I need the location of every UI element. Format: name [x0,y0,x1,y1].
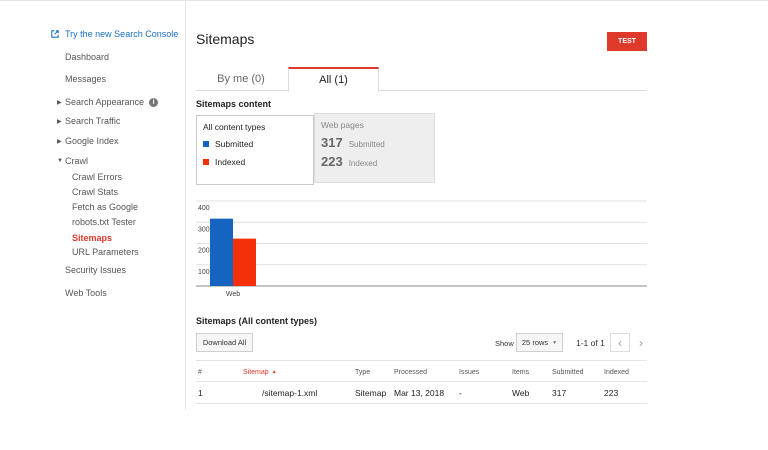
legend-indexed-label: Indexed [215,157,246,167]
all-content-types-card[interactable]: All content types Submitted Indexed [196,115,314,185]
bar-submitted [210,218,233,286]
web-submitted-stat: 317 Submitted [321,135,428,150]
submitted-swatch [203,141,209,147]
sidebar-item-label: Google Index [65,136,119,146]
legend-submitted: Submitted [203,139,307,149]
web-indexed-label: Indexed [348,159,378,168]
tab-all[interactable]: All (1) [288,67,379,92]
indexed-swatch [203,159,209,165]
sidebar-item-label: Web Tools [65,288,107,298]
sidebar-item-label: Security Issues [65,265,127,275]
rows-per-page-select[interactable]: 25 rows ▼ [516,333,563,352]
row-items: Web [512,388,530,398]
external-link-icon [51,30,59,38]
column-header-issues[interactable]: Issues [459,361,479,383]
web-indexed-stat: 223 Indexed [321,154,428,169]
row-type: Sitemap [355,388,387,398]
row-processed: Mar 13, 2018 [394,388,445,398]
table-header-row: # Sitemap ▲ Type Processed Issues Items … [196,360,647,382]
page-title: Sitemaps [196,31,255,47]
row-indexed: 223 [604,388,619,398]
sidebar-item-web-tools[interactable]: Web Tools [65,288,107,298]
table-row: 1 /sitemap-1.xml Sitemap Mar 13, 2018 - … [196,382,647,404]
info-icon[interactable]: i [149,97,159,107]
column-header-submitted[interactable]: Submitted [552,361,584,383]
y-tick-label: 400 [198,205,210,212]
dropdown-arrow-icon: ▼ [552,339,558,346]
column-header-type[interactable]: Type [355,361,370,383]
column-header-sitemap[interactable]: Sitemap ▲ [243,361,277,383]
sitemap-bar-chart: 100 200 300 400 Web [196,200,647,298]
web-submitted-number: 317 [321,135,343,150]
web-indexed-number: 223 [321,154,343,169]
try-new-console-label: Try the new Search Console [65,29,179,39]
sidebar-item-search-appearance[interactable]: ▶ Search Appearance i [57,97,159,107]
sitemap-link[interactable]: /sitemap-1.xml [262,382,317,404]
x-tick-label: Web [226,291,240,298]
y-tick-label: 200 [198,248,210,255]
try-new-console-link[interactable]: Try the new Search Console [51,29,178,39]
sitemaps-content-title: Sitemaps content [196,99,272,109]
sidebar-subitem-fetch-as-google[interactable]: Fetch as Google [72,202,138,212]
next-page-button[interactable]: › [631,333,651,352]
rows-per-page-value: 25 rows [521,338,549,347]
sidebar-item-crawl[interactable]: ▼ Crawl [57,156,88,166]
chevron-right-icon: › [639,335,643,350]
download-all-button[interactable]: Download All [196,333,253,352]
sidebar-subitem-robots-tester[interactable]: robots.txt Tester [72,217,136,227]
sort-ascending-icon: ▲ [271,369,277,375]
bar-indexed [233,238,256,286]
sidebar-item-google-index[interactable]: ▶ Google Index [57,136,119,146]
web-pages-header: Web pages [321,120,364,130]
content-types-header: All content types [203,122,266,132]
caret-right-icon: ▶ [57,99,62,106]
sidebar-subitem-url-parameters[interactable]: URL Parameters [72,247,139,257]
row-number: 1 [198,388,203,398]
web-pages-card[interactable]: Web pages 317 Submitted 223 Indexed [314,113,435,183]
row-submitted: 317 [552,388,567,398]
y-tick-label: 100 [198,269,210,276]
test-button[interactable]: TEST [607,32,647,51]
sidebar-item-search-traffic[interactable]: ▶ Search Traffic [57,116,120,126]
sidebar: Try the new Search Console Dashboard Mes… [0,0,186,410]
sidebar-subitem-crawl-errors[interactable]: Crawl Errors [72,172,122,182]
caret-right-icon: ▶ [57,118,62,125]
column-header-items[interactable]: Items [512,361,529,383]
column-header-processed[interactable]: Processed [394,361,427,383]
sitemaps-table-title: Sitemaps (All content types) [196,316,318,326]
legend-indexed: Indexed [203,157,307,167]
column-header-number: # [198,368,202,376]
chevron-left-icon: ‹ [618,335,622,350]
web-submitted-label: Submitted [348,140,385,149]
sidebar-item-label: Search Appearance [65,97,145,107]
tab-by-me[interactable]: By me (0) [196,67,286,91]
legend-submitted-label: Submitted [215,139,254,149]
show-label: Show [495,339,514,348]
sidebar-item-label: Search Traffic [65,116,121,126]
tab-bar: By me (0) All (1) [196,67,647,92]
y-tick-label: 300 [198,226,210,233]
previous-page-button[interactable]: ‹ [610,333,630,352]
sidebar-subitem-crawl-stats[interactable]: Crawl Stats [72,187,118,197]
sidebar-item-dashboard[interactable]: Dashboard [65,52,109,62]
sidebar-item-label: Dashboard [65,52,110,62]
sidebar-subitem-sitemaps[interactable]: Sitemaps [72,233,112,243]
column-header-sitemap-label: Sitemap [243,368,269,376]
sidebar-item-label: Crawl [65,156,89,166]
sidebar-item-label: Messages [65,74,107,84]
caret-right-icon: ▶ [57,138,62,145]
sidebar-item-security-issues[interactable]: Security Issues [65,265,126,275]
caret-down-icon: ▼ [57,158,63,164]
row-issues: - [459,388,462,398]
column-header-indexed[interactable]: Indexed [604,361,629,383]
pagination-text: 1-1 of 1 [576,338,605,348]
sidebar-item-messages[interactable]: Messages [65,74,106,84]
